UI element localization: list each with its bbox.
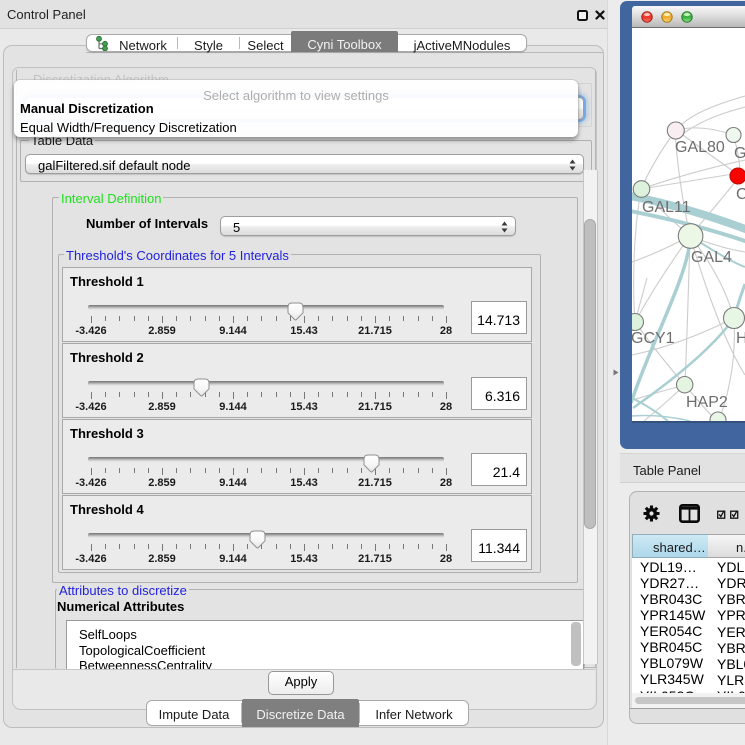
svg-text:GCY1: GCY1 [632, 330, 675, 347]
svg-text:HAP2: HAP2 [686, 394, 728, 411]
svg-text:C: C [736, 186, 745, 203]
svg-text:GA: GA [734, 145, 745, 162]
svg-text:GAL4: GAL4 [691, 249, 732, 266]
svg-text:H: H [736, 330, 745, 347]
svg-text:GAL11: GAL11 [642, 199, 691, 216]
svg-text:GAL80: GAL80 [675, 139, 725, 156]
